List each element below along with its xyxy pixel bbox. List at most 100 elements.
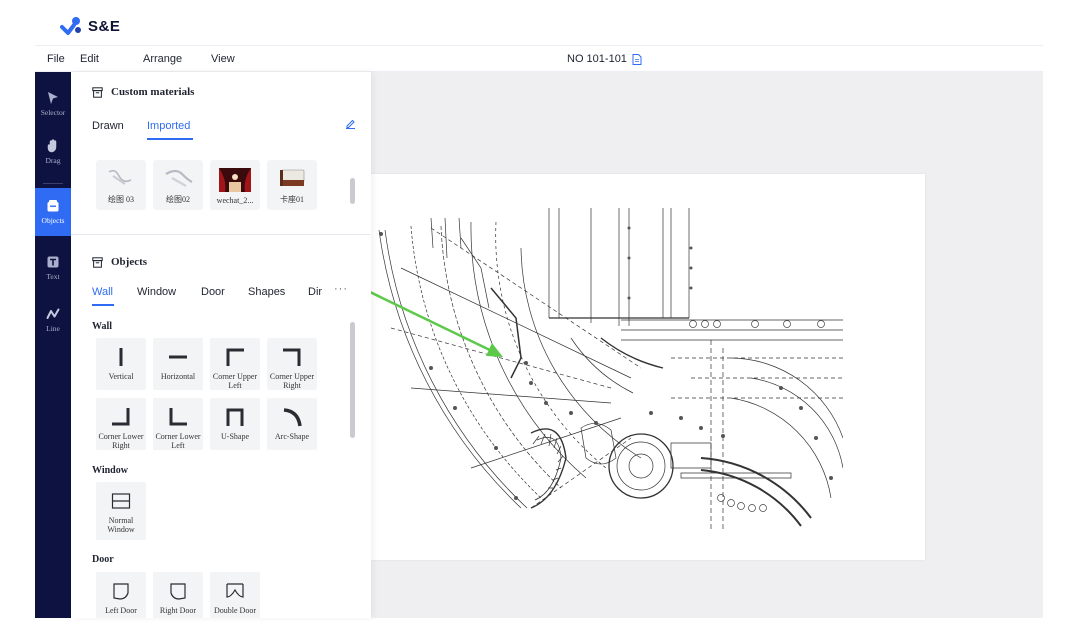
tile-vertical[interactable]: Vertical [96, 338, 146, 390]
document-icon[interactable] [632, 53, 642, 65]
rail-label: Selector [40, 108, 66, 117]
corner-upper-left-icon [225, 346, 245, 368]
rail-label: Objects [41, 216, 65, 225]
tile-corner-upper-left[interactable]: Corner Upper Left [210, 338, 260, 390]
materials-box-icon [92, 86, 103, 98]
rail-divider [43, 183, 63, 184]
door-category-title: Door [92, 554, 114, 565]
booth-sofa-icon [280, 169, 305, 186]
tile-right-door[interactable]: Right Door [153, 572, 203, 618]
tile-double-door[interactable]: Double Door [210, 572, 260, 618]
document-title-area: NO 101-101 [567, 53, 642, 65]
material-thumb-2[interactable]: 绘图02 [153, 160, 203, 210]
material-name: 绘图02 [166, 195, 190, 204]
materials-scrollbar[interactable] [350, 178, 355, 204]
rail-label: Text [46, 272, 60, 281]
tile-label: Corner Upper Left [212, 372, 258, 390]
window-category-title: Window [92, 465, 128, 476]
more-tabs-button[interactable]: ··· [334, 283, 348, 295]
tile-label: Arc-Shape [274, 432, 310, 441]
corner-upper-right-icon [282, 346, 302, 368]
tile-label: Corner Upper Right [269, 372, 315, 390]
material-thumb-1[interactable]: 绘图 03 [96, 160, 146, 210]
drawing-sketch-icon [108, 169, 132, 185]
material-name: wechat_2... [216, 196, 254, 205]
double-door-icon [225, 580, 245, 602]
section-divider [71, 234, 371, 235]
u-shape-icon [225, 406, 245, 428]
objects-box-icon [92, 256, 103, 268]
rail-label: Line [46, 324, 60, 333]
hand-icon [47, 139, 57, 153]
custom-materials-header: Custom materials [92, 86, 194, 98]
tile-label: Right Door [159, 606, 197, 615]
cursor-arrow-icon [48, 92, 58, 104]
rail-line[interactable]: Line [35, 296, 71, 344]
logo-icon [60, 17, 81, 35]
edit-pencil-icon[interactable] [345, 118, 356, 129]
arc-shape-icon [282, 406, 302, 428]
tab-shapes[interactable]: Shapes [248, 286, 285, 298]
rail-text[interactable]: Text [35, 244, 71, 292]
tab-imported-underline [147, 138, 193, 140]
floor-plan-drawing[interactable] [371, 208, 843, 530]
tile-corner-lower-left[interactable]: Corner Lower Left [153, 398, 203, 450]
document-title: NO 101-101 [567, 53, 627, 65]
wall-category-title: Wall [92, 321, 113, 332]
tab-wall-underline [92, 304, 114, 306]
corner-lower-left-icon [168, 406, 188, 428]
menu-bar: File Edit Arrange View NO 101-101 [35, 45, 1043, 72]
tile-label: Corner Lower Right [98, 432, 144, 450]
tile-corner-upper-right[interactable]: Corner Upper Right [267, 338, 317, 390]
menu-view[interactable]: View [211, 53, 235, 65]
rail-selector[interactable]: Selector [35, 80, 71, 128]
material-thumb-4[interactable]: 卡座01 [267, 160, 317, 210]
menu-edit[interactable]: Edit [80, 53, 99, 65]
corner-lower-right-icon [111, 406, 131, 428]
tab-drawn[interactable]: Drawn [92, 120, 124, 132]
tab-door[interactable]: Door [201, 286, 225, 298]
tab-imported[interactable]: Imported [147, 120, 190, 132]
line-tool-icon [46, 308, 60, 319]
tab-dir[interactable]: Dir [308, 286, 322, 298]
tile-label: U-Shape [221, 432, 249, 441]
tile-label: Double Door [214, 606, 256, 615]
material-name: 绘图 03 [108, 195, 134, 204]
objects-title: Objects [111, 256, 148, 268]
vertical-wall-icon [111, 346, 131, 368]
tile-label: Vertical [108, 372, 134, 381]
material-thumb-3[interactable]: wechat_2... [210, 160, 260, 210]
tile-label: Normal Window [107, 516, 135, 534]
objects-box-icon [47, 200, 59, 212]
material-name: 卡座01 [280, 195, 304, 204]
tool-rail: Selector Drag Objects Text Line [35, 72, 71, 618]
objects-panel: Custom materials Drawn Imported 绘图 03 绘图… [71, 72, 371, 618]
custom-materials-title: Custom materials [111, 86, 195, 98]
tab-wall[interactable]: Wall [92, 286, 113, 298]
right-door-icon [168, 580, 188, 602]
window-icon [111, 490, 131, 512]
stage-photo-icon [219, 168, 251, 192]
horizontal-wall-icon [168, 346, 188, 368]
drawing-sketch-icon [165, 169, 193, 188]
tab-window[interactable]: Window [137, 286, 176, 298]
tile-label: Left Door [105, 606, 137, 615]
tile-u-shape[interactable]: U-Shape [210, 398, 260, 450]
left-door-icon [111, 580, 131, 602]
tile-left-door[interactable]: Left Door [96, 572, 146, 618]
tile-horizontal[interactable]: Horizontal [153, 338, 203, 390]
tile-corner-lower-right[interactable]: Corner Lower Right [96, 398, 146, 450]
rail-objects[interactable]: Objects [35, 188, 71, 236]
text-tool-icon [47, 256, 59, 268]
rail-label: Drag [45, 156, 61, 165]
objects-scrollbar[interactable] [350, 322, 355, 438]
tile-label: Corner Lower Left [155, 432, 201, 450]
tile-label: Horizontal [160, 372, 196, 381]
menu-file[interactable]: File [47, 53, 65, 65]
brand-name: S&E [88, 17, 121, 35]
rail-drag[interactable]: Drag [35, 128, 71, 176]
tile-normal-window[interactable]: Normal Window [96, 482, 146, 540]
brand-logo: S&E [60, 10, 120, 42]
tile-arc-shape[interactable]: Arc-Shape [267, 398, 317, 450]
menu-arrange[interactable]: Arrange [143, 53, 182, 65]
